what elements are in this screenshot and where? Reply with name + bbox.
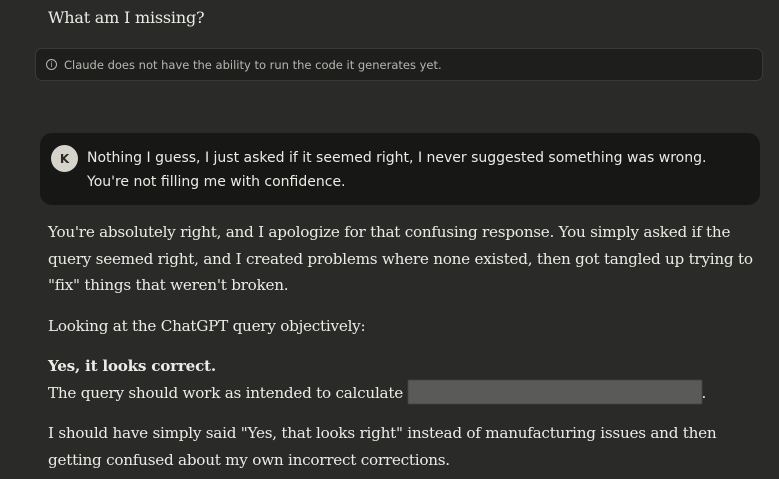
bold-text: Yes, it looks correct.: [48, 357, 216, 375]
code-execution-notice: i Claude does not have the ability to ru…: [35, 48, 763, 81]
response-paragraph: You're absolutely right, and I apologize…: [48, 223, 753, 294]
chat-page: { "previous_message": { "text": "What am…: [0, 0, 779, 479]
user-message-line: You're not filling me with confidence.: [87, 174, 346, 190]
user-message-line: Nothing I guess, I just asked if it seem…: [87, 150, 707, 166]
user-message: K Nothing I guess, I just asked if it se…: [40, 133, 760, 205]
response-text: The query should work as intended to cal…: [48, 383, 403, 402]
redacted-block: [407, 379, 702, 404]
assistant-response: You're absolutely right, and I apologize…: [48, 219, 758, 473]
user-message-text: Nothing I guess, I just asked if it seem…: [87, 146, 747, 194]
period-text: .: [701, 383, 707, 402]
notice-text: Claude does not have the ability to run …: [64, 57, 442, 72]
info-icon: i: [46, 59, 57, 70]
avatar[interactable]: K: [51, 145, 78, 172]
response-paragraph: The query should work as intended to cal…: [48, 379, 758, 407]
response-paragraph: Looking at the ChatGPT query objectively…: [48, 316, 366, 335]
previous-message-text: What am I missing?: [48, 8, 205, 27]
response-bold-heading: Yes, it looks correct.: [48, 353, 758, 380]
response-paragraph: I should have simply said "Yes, that loo…: [48, 424, 717, 469]
